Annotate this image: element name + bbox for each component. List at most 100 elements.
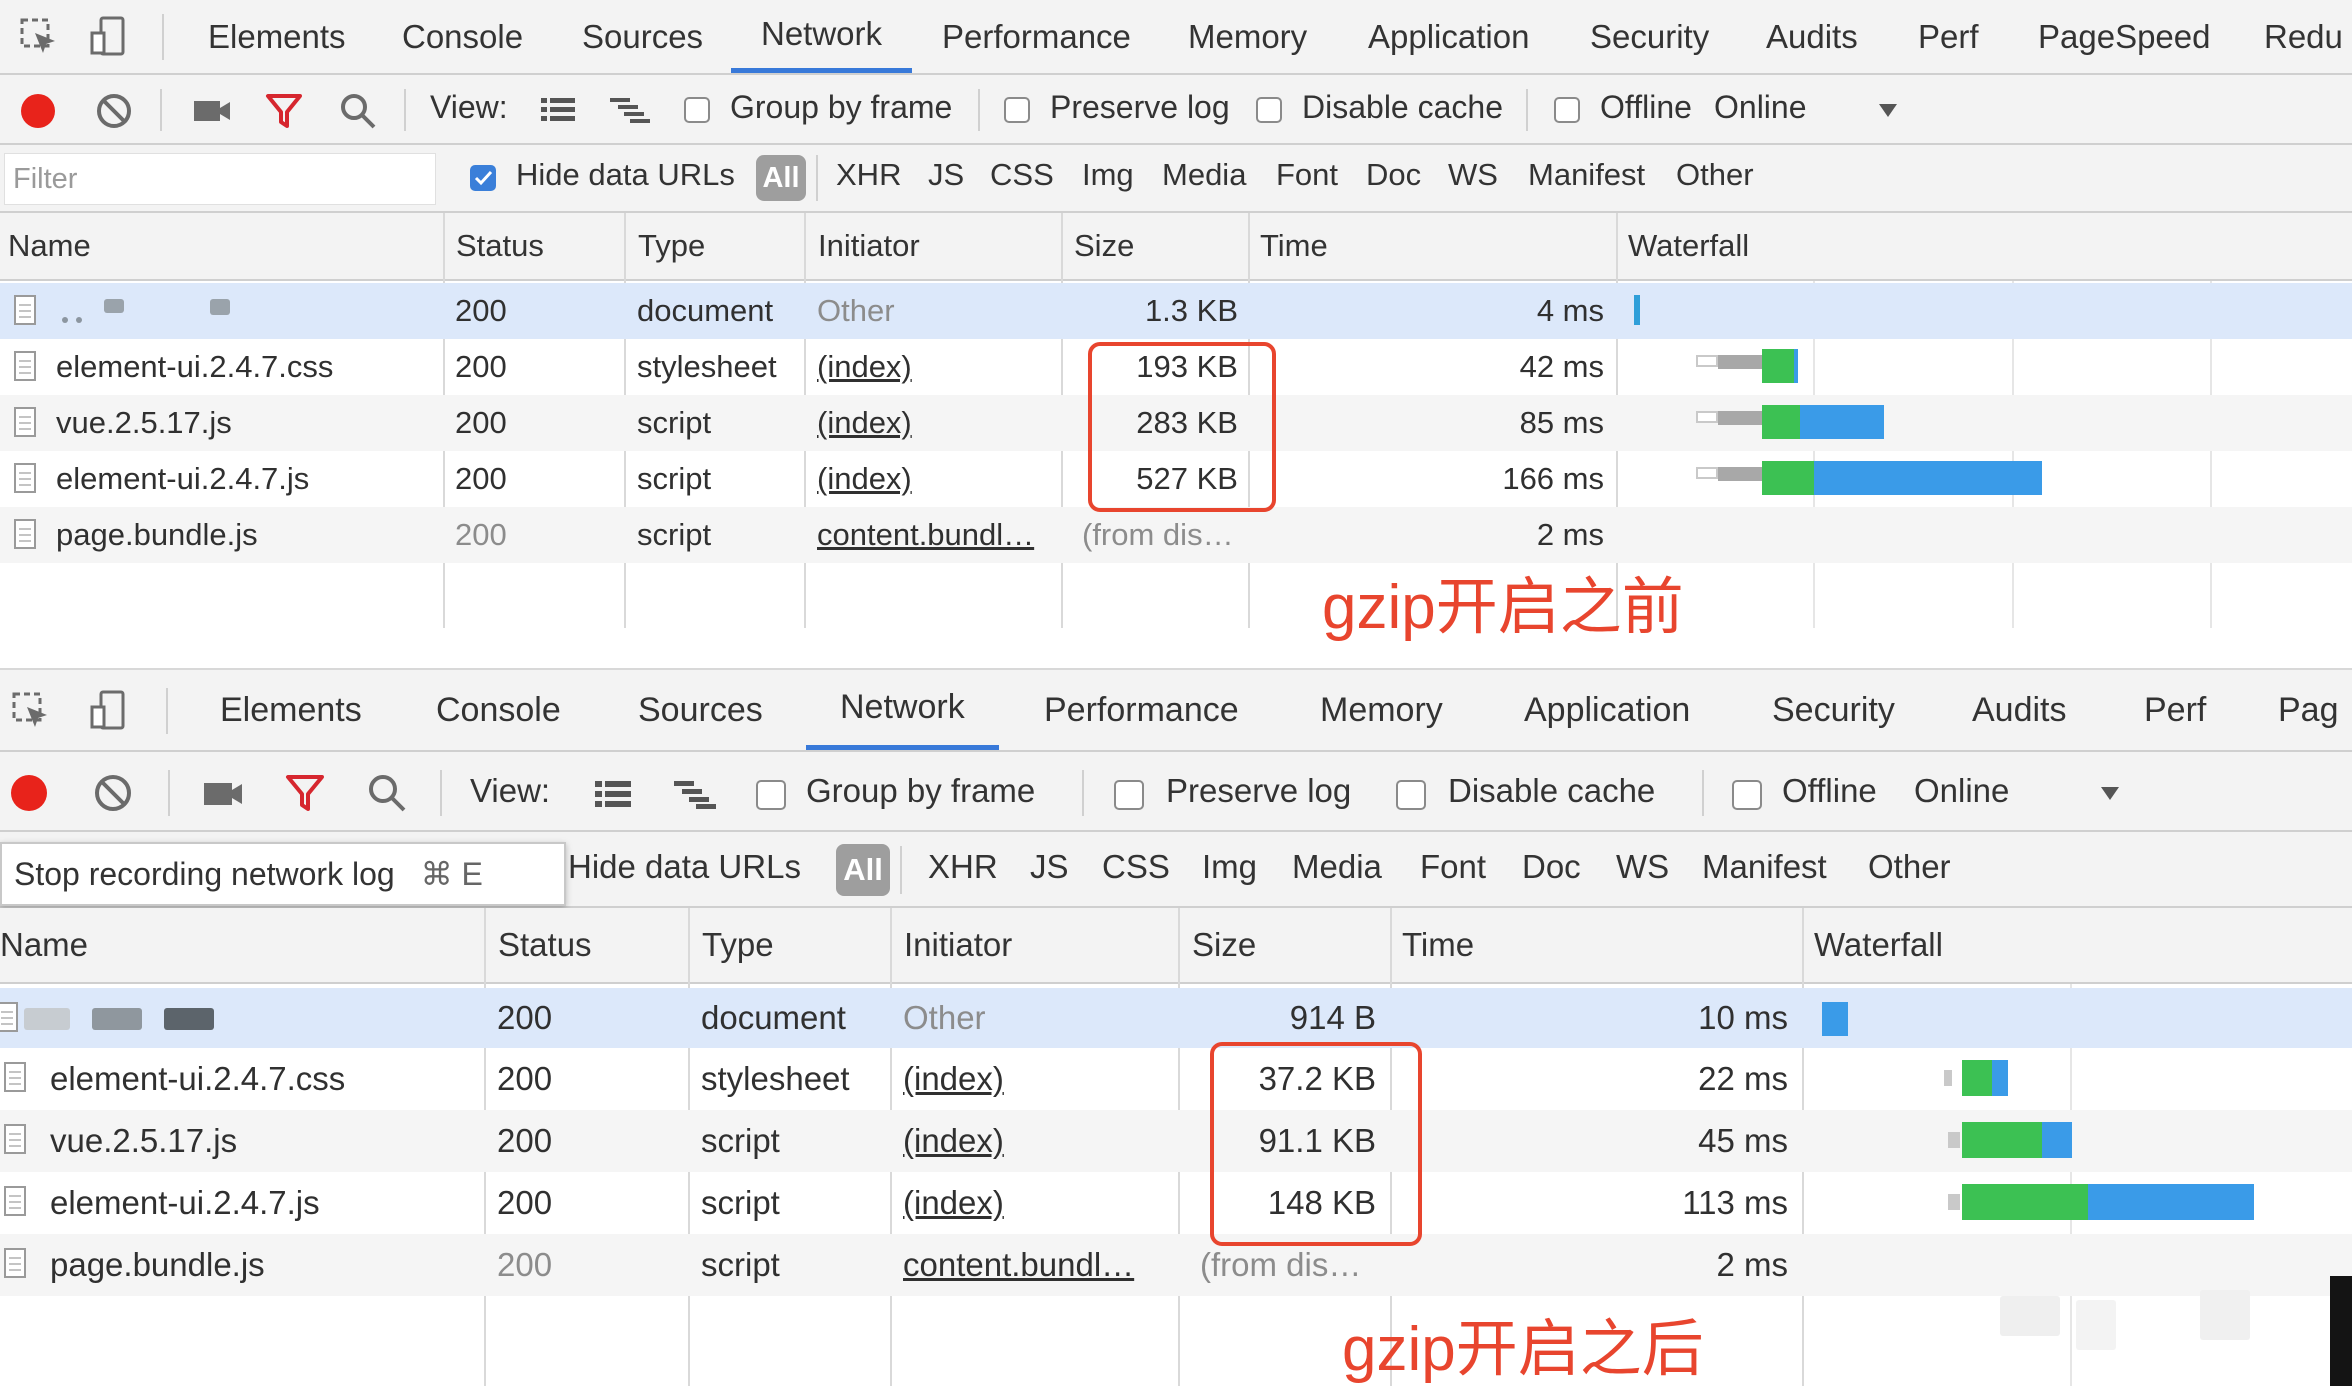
list-view-icon[interactable] [592, 776, 634, 812]
tab-pagespeed[interactable]: PageSpeed [2038, 0, 2211, 73]
filter-input[interactable]: Filter [4, 153, 436, 205]
tab-audits[interactable]: Audits [1972, 670, 2067, 750]
tab-perf[interactable]: Perf [2144, 670, 2206, 750]
device-toggle-icon[interactable] [88, 688, 130, 734]
camera-icon[interactable] [192, 93, 232, 129]
filter-type-xhr[interactable]: XHR [928, 848, 998, 886]
throttle-select[interactable]: Online [1914, 772, 2009, 810]
tab-security[interactable]: Security [1772, 670, 1895, 750]
hide-data-urls-checkbox[interactable] [470, 165, 496, 191]
tab-pagespeed[interactable]: Pag [2278, 670, 2339, 750]
tab-memory[interactable]: Memory [1320, 670, 1443, 750]
tab-network[interactable]: Network [731, 0, 913, 73]
column-header-initiator[interactable]: Initiator [904, 908, 1012, 982]
column-header-size[interactable]: Size [1074, 213, 1134, 279]
tab-console[interactable]: Console [436, 670, 561, 750]
list-view-icon[interactable] [538, 93, 578, 127]
column-header-type[interactable]: Type [702, 908, 774, 982]
column-header-time[interactable]: Time [1402, 908, 1474, 982]
column-header-time[interactable]: Time [1260, 213, 1328, 279]
filter-type-xhr[interactable]: XHR [836, 157, 901, 193]
column-header-status[interactable]: Status [498, 908, 592, 982]
filter-type-js[interactable]: JS [1030, 848, 1069, 886]
waterfall-view-icon[interactable] [608, 93, 652, 127]
throttle-select[interactable]: Online [1714, 89, 1807, 126]
tab-application[interactable]: Application [1524, 670, 1690, 750]
search-icon[interactable] [338, 91, 378, 131]
tab-elements[interactable]: Elements [208, 0, 346, 73]
tab-performance[interactable]: Performance [942, 0, 1131, 73]
filter-type-img[interactable]: Img [1082, 157, 1134, 193]
dropdown-arrow-icon[interactable] [1876, 99, 1900, 121]
record-icon[interactable] [8, 772, 50, 814]
filter-type-manifest[interactable]: Manifest [1702, 848, 1827, 886]
filter-type-other[interactable]: Other [1868, 848, 1951, 886]
tab-audits[interactable]: Audits [1766, 0, 1858, 73]
tab-security[interactable]: Security [1590, 0, 1709, 73]
group-by-frame-checkbox[interactable] [684, 97, 710, 123]
table-row[interactable]: 200 document Other 914 B 10 ms [0, 988, 2352, 1048]
filter-type-font[interactable]: Font [1420, 848, 1486, 886]
row-initiator-link[interactable]: content.bundl… [817, 507, 1047, 563]
device-toggle-icon[interactable] [88, 14, 130, 60]
tab-redux[interactable]: Redu [2264, 0, 2343, 73]
tab-performance[interactable]: Performance [1044, 670, 1239, 750]
preserve-log-checkbox[interactable] [1004, 97, 1030, 123]
disable-cache-checkbox[interactable] [1256, 97, 1282, 123]
column-header-type[interactable]: Type [638, 213, 705, 279]
row-initiator-link[interactable]: content.bundl… [903, 1234, 1171, 1296]
record-icon[interactable] [18, 91, 58, 131]
tab-sources[interactable]: Sources [582, 0, 703, 73]
tab-sources[interactable]: Sources [638, 670, 763, 750]
tab-console[interactable]: Console [402, 0, 523, 73]
filter-type-js[interactable]: JS [928, 157, 964, 193]
tab-perf[interactable]: Perf [1918, 0, 1979, 73]
column-header-size[interactable]: Size [1192, 908, 1256, 982]
waterfall-view-icon[interactable] [672, 776, 718, 812]
column-header-name[interactable]: Name [8, 213, 91, 279]
column-header-waterfall[interactable]: Waterfall [1814, 908, 1943, 982]
filter-type-media[interactable]: Media [1162, 157, 1246, 193]
filter-type-manifest[interactable]: Manifest [1528, 157, 1645, 193]
group-by-frame-checkbox[interactable] [756, 780, 786, 810]
column-header-name[interactable]: Name [0, 908, 88, 982]
tab-application[interactable]: Application [1368, 0, 1529, 73]
filter-icon[interactable] [284, 772, 326, 814]
tab-elements[interactable]: Elements [220, 670, 362, 750]
table-row[interactable]: page.bundle.js 200 script content.bundl…… [0, 507, 2352, 563]
camera-icon[interactable] [202, 774, 244, 812]
column-header-waterfall[interactable]: Waterfall [1628, 213, 1749, 279]
column-header-initiator[interactable]: Initiator [818, 213, 920, 279]
row-initiator-link[interactable]: (index) [817, 451, 912, 507]
clear-icon[interactable] [92, 772, 134, 814]
filter-type-media[interactable]: Media [1292, 848, 1382, 886]
row-initiator-link[interactable]: (index) [817, 395, 912, 451]
row-initiator-link[interactable]: (index) [903, 1110, 1004, 1172]
row-initiator-link[interactable]: (index) [903, 1172, 1004, 1234]
filter-all-button[interactable]: All [836, 844, 890, 896]
filter-type-ws[interactable]: WS [1616, 848, 1669, 886]
table-row[interactable]: page.bundle.js 200 script content.bundl…… [0, 1234, 2352, 1296]
preserve-log-checkbox[interactable] [1114, 780, 1144, 810]
tab-network[interactable]: Network [806, 670, 999, 750]
table-row[interactable]: 200 document Other 1.3 KB 4 ms [0, 283, 2352, 339]
filter-type-font[interactable]: Font [1276, 157, 1338, 193]
tab-memory[interactable]: Memory [1188, 0, 1307, 73]
filter-type-doc[interactable]: Doc [1522, 848, 1581, 886]
filter-type-doc[interactable]: Doc [1366, 157, 1421, 193]
row-initiator-link[interactable]: (index) [903, 1048, 1004, 1110]
row-initiator-link[interactable]: (index) [817, 339, 912, 395]
column-header-status[interactable]: Status [456, 213, 544, 279]
dropdown-arrow-icon[interactable] [2098, 782, 2122, 804]
filter-type-css[interactable]: CSS [990, 157, 1054, 193]
disable-cache-checkbox[interactable] [1396, 780, 1426, 810]
filter-type-css[interactable]: CSS [1102, 848, 1170, 886]
filter-type-img[interactable]: Img [1202, 848, 1257, 886]
filter-type-ws[interactable]: WS [1448, 157, 1498, 193]
filter-type-other[interactable]: Other [1676, 157, 1754, 193]
clear-icon[interactable] [94, 91, 134, 131]
offline-checkbox[interactable] [1554, 97, 1580, 123]
table-row[interactable]: vue.2.5.17.js 200 script (index) 91.1 KB… [0, 1110, 2352, 1172]
table-row[interactable]: element-ui.2.4.7.css 200 stylesheet (ind… [0, 1048, 2352, 1110]
filter-all-button[interactable]: All [756, 155, 806, 201]
